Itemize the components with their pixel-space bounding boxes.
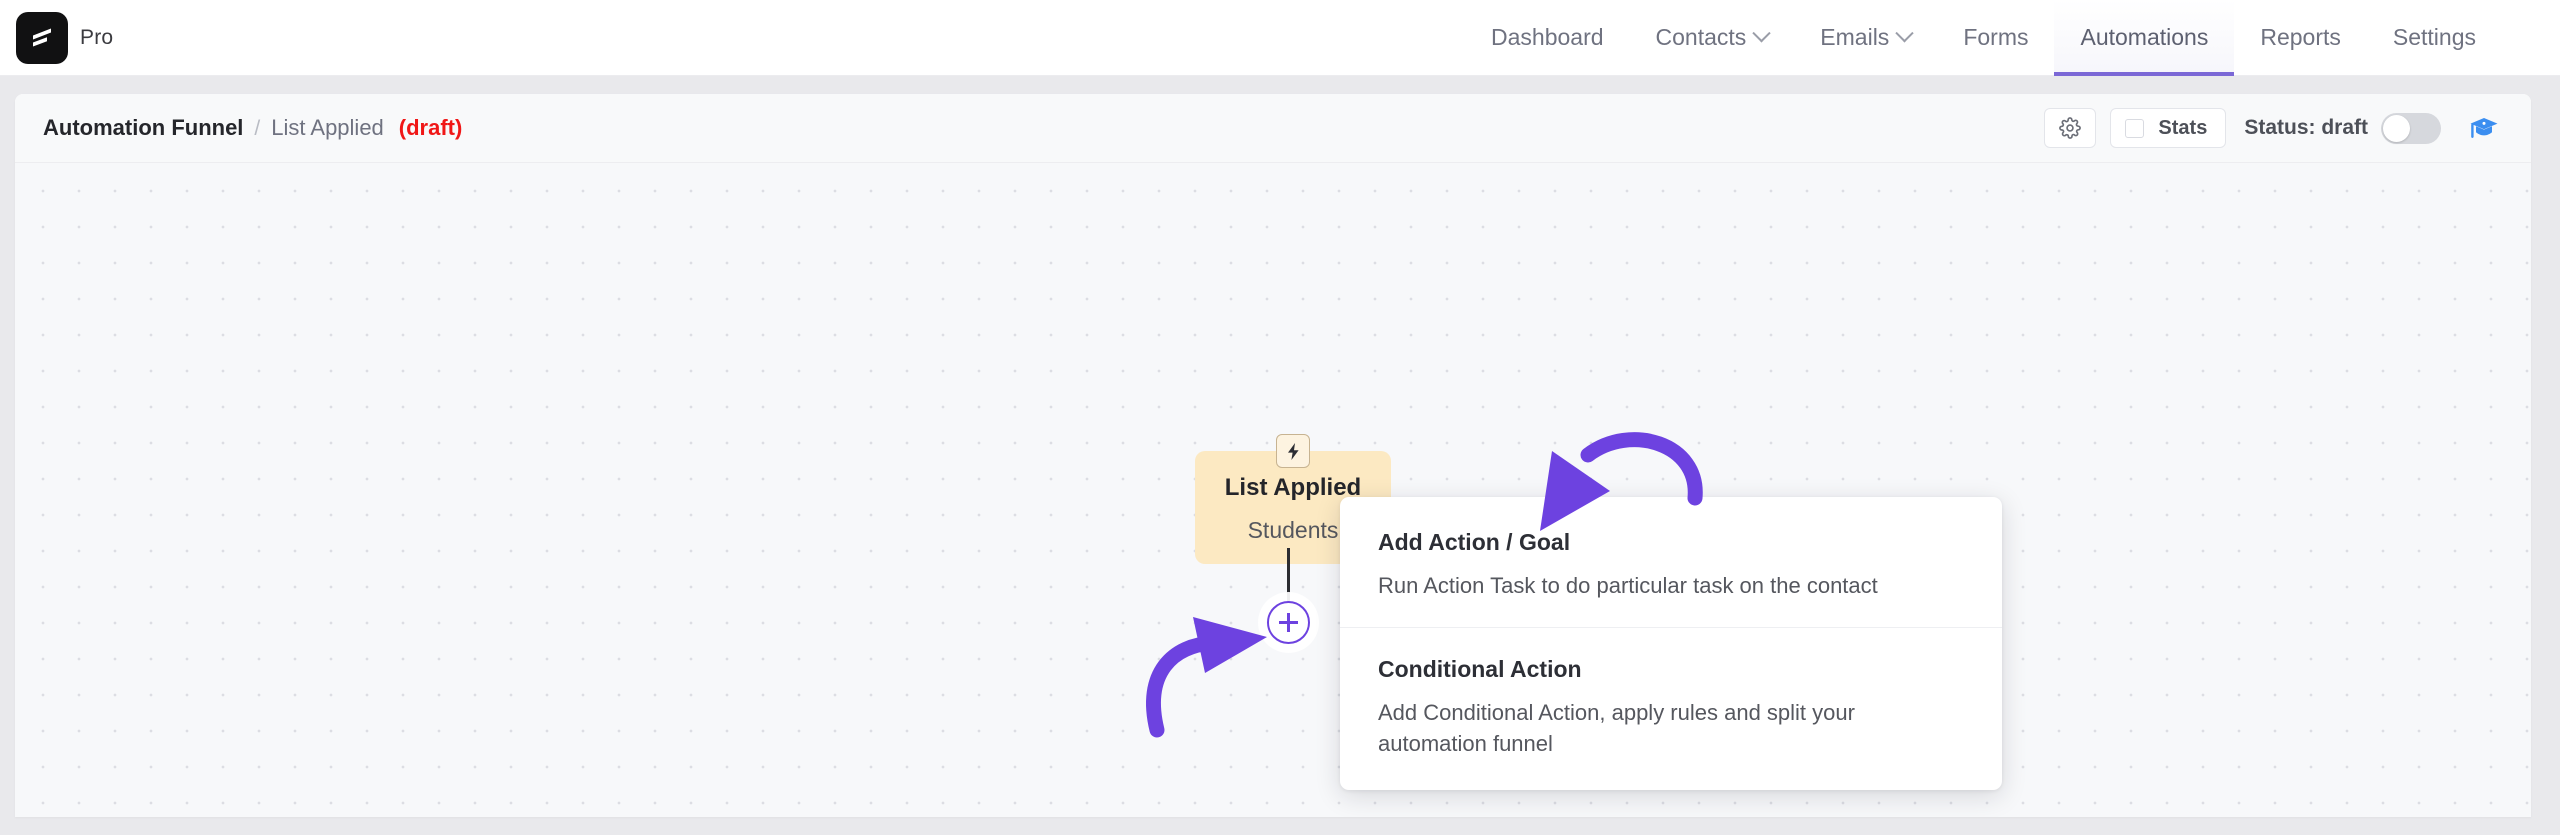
nav-item-emails[interactable]: Emails xyxy=(1794,0,1937,76)
brand[interactable]: Pro xyxy=(16,11,114,64)
chevron-down-icon xyxy=(1752,24,1771,43)
automation-canvas[interactable]: List Applied Students Add Action / Goal … xyxy=(15,163,2531,817)
academy-button[interactable] xyxy=(2461,108,2507,148)
annotation-arrow-to-add-button xyxy=(1146,617,1267,738)
nav-label: Forms xyxy=(1963,24,2029,50)
nav-label: Emails xyxy=(1820,24,1890,50)
menu-item-description: Run Action Task to do particular task on… xyxy=(1378,573,1878,598)
nav-item-settings[interactable]: Settings xyxy=(2367,0,2502,76)
status-badge: (draft) xyxy=(398,115,463,140)
menu-item-conditional-action[interactable]: Conditional Action Add Conditional Actio… xyxy=(1340,627,2002,785)
gear-icon xyxy=(2059,117,2082,139)
menu-item-title: Conditional Action xyxy=(1378,656,1582,683)
breadcrumb-separator: / xyxy=(254,117,261,140)
nav-label: Dashboard xyxy=(1491,24,1604,50)
bolt-glyph xyxy=(1287,442,1299,460)
toggle-knob xyxy=(2383,114,2410,142)
header-actions: Stats Status: draft xyxy=(2044,108,2507,148)
status-control: Status: draft xyxy=(2244,112,2441,144)
flow-logo-icon xyxy=(16,11,68,64)
nav-item-reports[interactable]: Reports xyxy=(2234,0,2367,76)
settings-button[interactable] xyxy=(2044,108,2097,148)
menu-item-add-action-goal[interactable]: Add Action / Goal Run Action Task to do … xyxy=(1340,501,2002,627)
stats-label: Stats xyxy=(2158,116,2208,139)
nav-item-contacts[interactable]: Contacts xyxy=(1630,0,1795,76)
breadcrumb-current: List Applied xyxy=(271,115,384,140)
lightning-bolt-icon xyxy=(1276,434,1310,468)
status-toggle[interactable] xyxy=(2381,112,2441,144)
breadcrumb-root[interactable]: Automation Funnel xyxy=(43,115,243,141)
nav-item-forms[interactable]: Forms xyxy=(1937,0,2054,76)
stats-checkbox[interactable] xyxy=(2125,118,2145,138)
menu-item-title: Add Action / Goal xyxy=(1378,529,1571,555)
graduation-cap-icon xyxy=(2470,118,2498,138)
nav-label: Contacts xyxy=(1655,24,1747,50)
nav-label: Reports xyxy=(2260,24,2341,50)
nav-item-automations[interactable]: Automations xyxy=(2054,0,2235,76)
nav-label: Settings xyxy=(2392,24,2476,50)
add-node-popup-menu: Add Action / Goal Run Action Task to do … xyxy=(1340,497,2002,790)
breadcrumb: Automation Funnel / List Applied (draft) xyxy=(43,115,462,141)
top-navbar: Pro Dashboard Contacts Emails Forms Auto… xyxy=(0,0,2560,76)
nav-label: Automations xyxy=(2080,24,2209,50)
plan-label: Pro xyxy=(80,25,114,49)
add-node-button[interactable] xyxy=(1267,601,1310,644)
stats-button[interactable]: Stats xyxy=(2110,108,2227,148)
editor-header: Automation Funnel / List Applied (draft)… xyxy=(15,94,2531,163)
status-label: Status: draft xyxy=(2244,116,2368,139)
chevron-down-icon xyxy=(1895,24,1915,43)
automation-editor-card: Automation Funnel / List Applied (draft)… xyxy=(15,94,2531,817)
primary-nav: Dashboard Contacts Emails Forms Automati… xyxy=(1465,0,2560,76)
nav-item-dashboard[interactable]: Dashboard xyxy=(1465,0,1630,76)
menu-item-description: Add Conditional Action, apply rules and … xyxy=(1378,700,1855,757)
